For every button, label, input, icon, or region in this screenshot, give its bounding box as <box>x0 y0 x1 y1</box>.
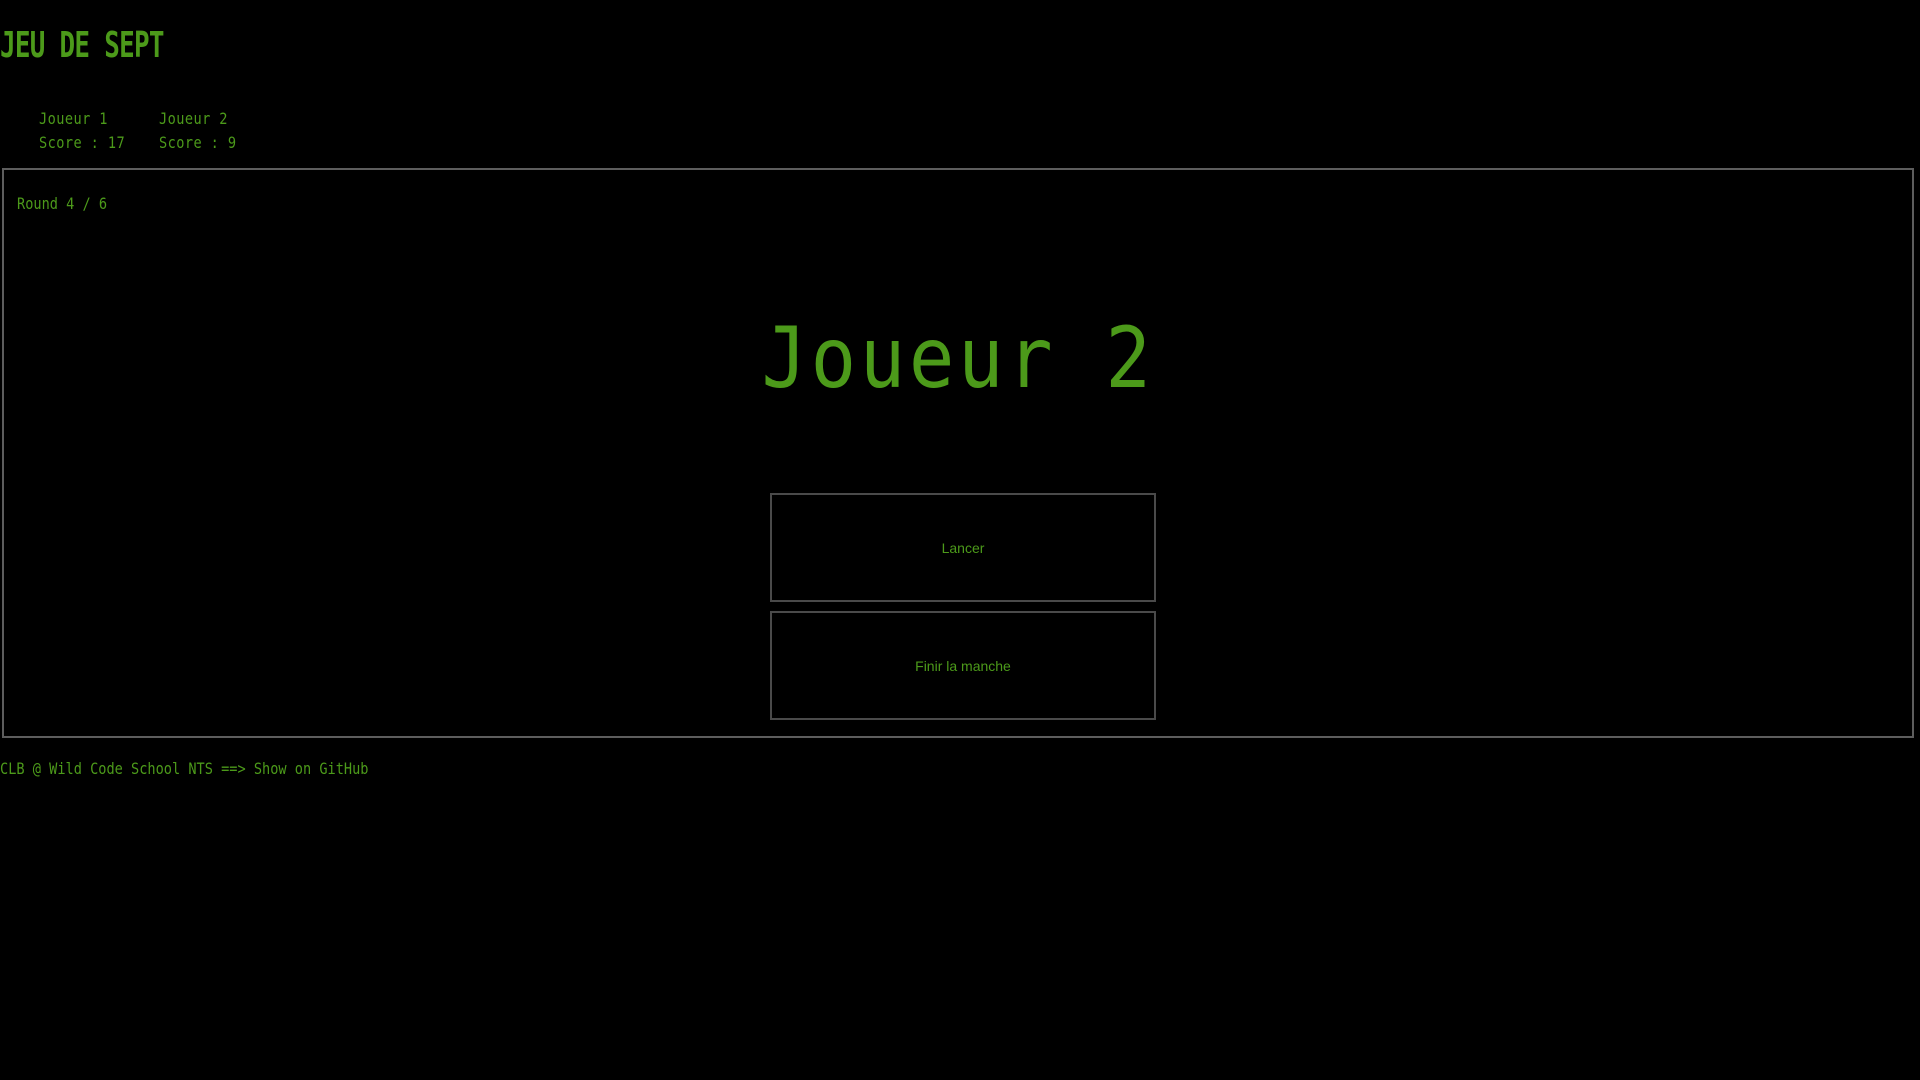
player-2-score-card: Joueur 2 Score : 9 <box>159 107 261 155</box>
scoreboard: Joueur 1 Score : 17 Joueur 2 Score : 9 <box>39 107 279 155</box>
round-indicator: Round 4 / 6 <box>17 194 108 213</box>
player-2-name: Joueur 2 <box>159 109 228 128</box>
footer-credit: CLB @ Wild Code School NTS ==> <box>0 759 254 778</box>
current-player-heading: Joueur 2 <box>761 309 1155 407</box>
player-1-score-card: Joueur 1 Score : 17 <box>39 107 141 155</box>
app-title: JEU DE SEPT <box>0 25 164 66</box>
roll-button[interactable]: Lancer <box>770 493 1156 602</box>
end-round-button[interactable]: Finir la manche <box>770 611 1156 720</box>
player-1-score: Score : 17 <box>39 133 126 152</box>
game-board: Round 4 / 6 Joueur 2 Lancer Finir la man… <box>2 168 1914 738</box>
player-1-name: Joueur 1 <box>39 109 108 128</box>
footer: CLB @ Wild Code School NTS ==> Show on G… <box>0 758 368 780</box>
player-2-score: Score : 9 <box>159 133 237 152</box>
github-link[interactable]: Show on GitHub <box>254 759 369 778</box>
